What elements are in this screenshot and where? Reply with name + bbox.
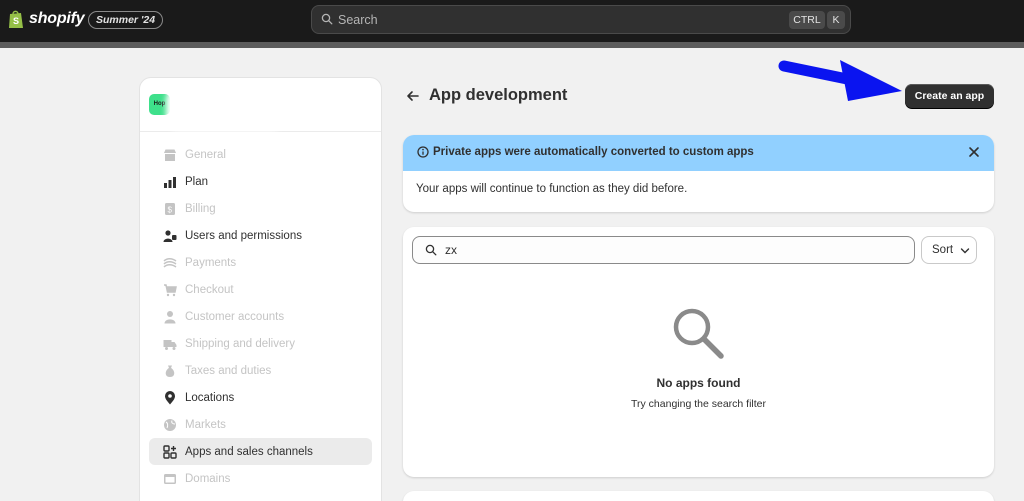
annotation-arrow-icon <box>778 60 902 101</box>
sidebar-item-label: Markets <box>185 418 226 431</box>
store-avatar: Hop <box>149 94 170 115</box>
redacted-store-name <box>171 92 279 126</box>
sidebar-item-checkout[interactable]: Checkout <box>149 276 372 303</box>
sidebar-item-label: Payments <box>185 256 237 269</box>
sidebar-item-customer-accounts[interactable]: Customer accounts <box>149 303 372 330</box>
info-icon <box>417 146 429 158</box>
shopify-logo[interactable]: S shopify <box>8 9 85 29</box>
empty-state-subtitle: Try changing the search filter <box>630 398 766 410</box>
sidebar-item-locations[interactable]: Locations <box>149 384 372 411</box>
search-input[interactable]: zx <box>412 236 915 264</box>
edition-badge[interactable]: Summer '24 <box>88 11 164 29</box>
sidebar-item-payments[interactable]: Payments <box>149 249 372 276</box>
chevron-down-icon <box>960 248 970 254</box>
shopify-bag-icon: S <box>9 10 23 28</box>
cart-icon <box>164 283 177 296</box>
money-bag-icon <box>165 365 175 377</box>
search-icon <box>425 244 437 256</box>
apps-icon <box>163 444 177 459</box>
sidebar-item-label: Domains <box>185 472 231 485</box>
sidebar-item-plan[interactable]: Plan <box>149 168 372 195</box>
sidebar-item-markets[interactable]: Markets <box>149 411 372 438</box>
sidebar-item-taxes[interactable]: Taxes and duties <box>149 357 372 384</box>
empty-state-title: No apps found <box>656 376 741 390</box>
sidebar-item-label: Shipping and delivery <box>185 337 295 350</box>
sidebar-item-label: Customer accounts <box>185 310 285 323</box>
sidebar-item-label: Billing <box>185 202 216 215</box>
topbar-divider <box>0 42 1024 48</box>
sidebar-item-users[interactable]: Users and permissions <box>149 222 372 249</box>
sidebar-item-domains[interactable]: Domains <box>149 465 372 492</box>
person-icon <box>164 310 176 323</box>
apps-list-card: zx Sort No apps found Try changing the s… <box>403 227 994 477</box>
billing-icon: $ <box>165 202 175 215</box>
settings-nav: General Plan $ Billing Users and permiss… <box>140 132 381 492</box>
search-icon <box>321 13 333 25</box>
location-pin-icon <box>165 390 175 404</box>
search-value: zx <box>445 243 457 257</box>
sort-label: Sort <box>932 244 954 256</box>
banner-body: Your apps will continue to function as t… <box>416 183 688 195</box>
sidebar-item-apps-sales-channels[interactable]: Apps and sales channels <box>149 438 372 465</box>
plan-chart-icon <box>164 176 176 188</box>
search-placeholder: Search <box>338 13 378 27</box>
page-title: App development <box>429 86 568 104</box>
sidebar-item-label: Users and permissions <box>185 229 302 242</box>
top-bar: S shopify Summer '24 Search CTRL K <box>0 0 1024 42</box>
globe-icon <box>164 418 176 431</box>
create-app-button[interactable]: Create an app <box>905 84 994 108</box>
users-icon <box>163 229 177 242</box>
sidebar-item-label: Taxes and duties <box>185 364 272 377</box>
secondary-card <box>403 491 994 501</box>
truck-icon <box>163 339 177 350</box>
global-search[interactable]: Search CTRL K <box>311 5 851 34</box>
svg-text:S: S <box>13 16 19 26</box>
shortcut-ctrl-key: CTRL <box>789 11 825 29</box>
sidebar-item-label: Locations <box>185 391 235 404</box>
empty-search-icon <box>673 308 724 359</box>
sidebar-item-shipping[interactable]: Shipping and delivery <box>149 330 372 357</box>
banner-header: Private apps were automatically converte… <box>403 135 994 171</box>
info-banner: Private apps were automatically converte… <box>403 135 994 212</box>
payments-icon <box>163 257 177 268</box>
shortcut-k-key: K <box>827 11 845 29</box>
back-arrow-icon[interactable] <box>405 88 421 104</box>
sidebar-item-label: Plan <box>185 175 209 188</box>
svg-text:$: $ <box>168 205 173 214</box>
domain-icon <box>164 473 176 484</box>
sidebar-item-label: Checkout <box>185 283 234 296</box>
sidebar-item-label: General <box>185 148 226 161</box>
sidebar-item-general[interactable]: General <box>149 141 372 168</box>
store-icon <box>164 149 176 161</box>
sidebar-item-label: Apps and sales channels <box>185 445 313 458</box>
close-icon[interactable] <box>968 146 980 158</box>
store-header[interactable]: Hop <box>140 78 381 132</box>
sort-button[interactable]: Sort <box>921 236 977 264</box>
settings-sidebar: Hop General Plan $ Billing Users and per… <box>139 77 382 501</box>
banner-title: Private apps were automatically converte… <box>433 146 754 158</box>
logo-wordmark: shopify <box>29 10 85 27</box>
sidebar-item-billing[interactable]: $ Billing <box>149 195 372 222</box>
